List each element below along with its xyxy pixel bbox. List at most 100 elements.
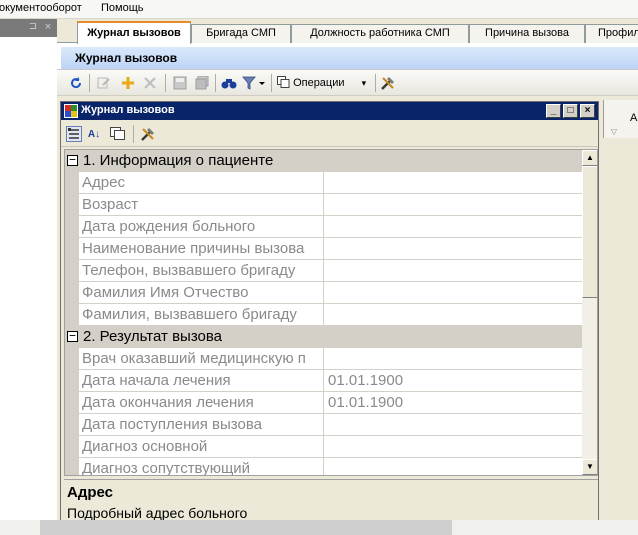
property-grid: − 1. Информация о пациенте Адрес Возраст…: [64, 149, 598, 476]
row-margin: [65, 260, 79, 282]
property-row-address[interactable]: Адрес: [65, 172, 582, 194]
property-row-secondary-diagnosis[interactable]: Диагноз сопутствующий: [65, 458, 582, 475]
pages-icon[interactable]: [109, 125, 127, 143]
category-row-call-result[interactable]: − 2. Результат вызова: [65, 326, 582, 348]
dropdown-arrow-icon[interactable]: ▽: [605, 127, 623, 137]
property-value[interactable]: [325, 216, 582, 237]
vertical-scrollbar[interactable]: ▲ ▼: [582, 150, 597, 475]
property-row-age[interactable]: Возраст: [65, 194, 582, 216]
toolbar-separator: [271, 74, 272, 92]
inner-window-titlebar[interactable]: Журнал вызовов _ □ ×: [61, 102, 598, 120]
menu-item-documents[interactable]: окументооборот: [0, 2, 82, 14]
inner-window: Журнал вызовов _ □ × A↓ − 1. Информация …: [60, 101, 599, 523]
tab-profile[interactable]: Профил: [585, 24, 638, 43]
description-title: Адрес: [67, 484, 114, 501]
toolbar-separator: [215, 74, 216, 92]
filter-icon[interactable]: [241, 74, 267, 92]
tab-brigade[interactable]: Бригада СМП: [191, 24, 291, 43]
property-name: Врач оказавший медицинскую п: [79, 348, 324, 369]
property-value[interactable]: [325, 348, 582, 369]
property-value[interactable]: [325, 436, 582, 457]
horizontal-scrollbar[interactable]: [0, 520, 638, 535]
tools-icon[interactable]: [379, 74, 397, 92]
horizontal-scroll-thumb[interactable]: [40, 520, 452, 535]
menu-item-help[interactable]: Помощь: [101, 2, 144, 14]
row-margin: [65, 304, 79, 326]
scroll-up-button[interactable]: ▲: [582, 150, 597, 166]
toolbar-separator: [165, 74, 166, 92]
refresh-icon[interactable]: [67, 74, 85, 92]
property-name: Телефон, вызвавшего бригаду: [79, 260, 324, 281]
property-name: Фамилия, вызвавшего бригаду: [79, 304, 324, 325]
property-row-caller-name[interactable]: Фамилия, вызвавшего бригаду: [65, 304, 582, 326]
toolbar-separator: [375, 74, 376, 92]
close-button[interactable]: ×: [580, 104, 595, 118]
add-icon[interactable]: [119, 74, 137, 92]
operations-button[interactable]: Операции ▾: [277, 74, 366, 92]
categorized-icon[interactable]: [65, 125, 83, 143]
collapse-icon[interactable]: −: [67, 330, 78, 342]
property-name: Адрес: [79, 172, 324, 193]
property-row-full-name[interactable]: Фамилия Имя Отчество: [65, 282, 582, 304]
collapse-icon[interactable]: −: [67, 154, 78, 166]
property-name: Диагноз сопутствующий: [79, 458, 324, 475]
property-row-doctor[interactable]: Врач оказавший медицинскую п: [65, 348, 582, 370]
property-name: Дата рождения больного: [79, 216, 324, 237]
property-row-call-reason[interactable]: Наименование причины вызова: [65, 238, 582, 260]
row-margin: [65, 348, 79, 370]
save-icon[interactable]: [171, 74, 189, 92]
property-value[interactable]: [325, 172, 582, 193]
document-title-bar: Журнал вызовов: [61, 47, 638, 69]
edit-icon[interactable]: [95, 74, 113, 92]
find-icon[interactable]: [220, 74, 238, 92]
row-margin: [65, 282, 79, 304]
property-name: Дата окончания лечения: [79, 392, 324, 413]
property-value[interactable]: [325, 238, 582, 259]
category-row-patient-info[interactable]: − 1. Информация о пациенте: [65, 150, 582, 172]
maximize-button[interactable]: □: [563, 104, 578, 118]
tab-call-journal[interactable]: Журнал вызовов: [77, 21, 191, 44]
pin-icon[interactable]: ⊐: [27, 20, 39, 34]
close-icon[interactable]: ×: [41, 20, 55, 34]
property-value[interactable]: 01.01.1900: [325, 370, 582, 391]
delete-icon[interactable]: [141, 74, 159, 92]
property-value[interactable]: [325, 282, 582, 303]
tab-position[interactable]: Должность работника СМП: [291, 24, 469, 43]
property-name: Наименование причины вызова: [79, 238, 324, 259]
scroll-thumb[interactable]: [582, 166, 597, 298]
property-row-main-diagnosis[interactable]: Диагноз основной: [65, 436, 582, 458]
row-margin: [65, 436, 79, 458]
description-pane: Адрес Подробный адрес больного: [64, 479, 598, 523]
property-name: Дата начала лечения: [79, 370, 324, 391]
page-title: Журнал вызовов: [75, 51, 178, 65]
property-name: Диагноз основной: [79, 436, 324, 457]
property-row-birth-date[interactable]: Дата рождения больного: [65, 216, 582, 238]
property-value[interactable]: [325, 194, 582, 215]
property-value[interactable]: [325, 260, 582, 281]
property-row-caller-phone[interactable]: Телефон, вызвавшего бригаду: [65, 260, 582, 282]
chevron-down-icon: ▾: [361, 78, 367, 88]
property-value[interactable]: 01.01.1900: [325, 392, 582, 413]
tools-icon[interactable]: [139, 125, 157, 143]
property-value[interactable]: [325, 458, 582, 475]
property-grid-toolbar: A↓: [61, 121, 598, 147]
row-margin: [65, 458, 79, 475]
document-header: Журнал вызовов: [57, 43, 638, 70]
alphabetical-icon[interactable]: A↓: [85, 125, 103, 143]
property-row-treatment-start[interactable]: Дата начала лечения 01.01.1900: [65, 370, 582, 392]
right-panel-label: А: [630, 112, 638, 124]
save-all-icon[interactable]: [193, 74, 211, 92]
property-row-call-received[interactable]: Дата поступления вызова: [65, 414, 582, 436]
property-value[interactable]: [325, 304, 582, 325]
property-value[interactable]: [325, 414, 582, 435]
left-panel-header: ⊐ ×: [0, 19, 57, 37]
inner-window-title: Журнал вызовов: [81, 104, 175, 116]
minimize-button[interactable]: _: [546, 104, 561, 118]
property-name: Возраст: [79, 194, 324, 215]
row-margin: [65, 172, 79, 194]
toolbar-separator: [133, 125, 134, 143]
property-row-treatment-end[interactable]: Дата окончания лечения 01.01.1900: [65, 392, 582, 414]
scroll-down-button[interactable]: ▼: [582, 459, 597, 475]
row-margin: [65, 370, 79, 392]
tab-call-reason[interactable]: Причина вызова: [469, 24, 585, 43]
